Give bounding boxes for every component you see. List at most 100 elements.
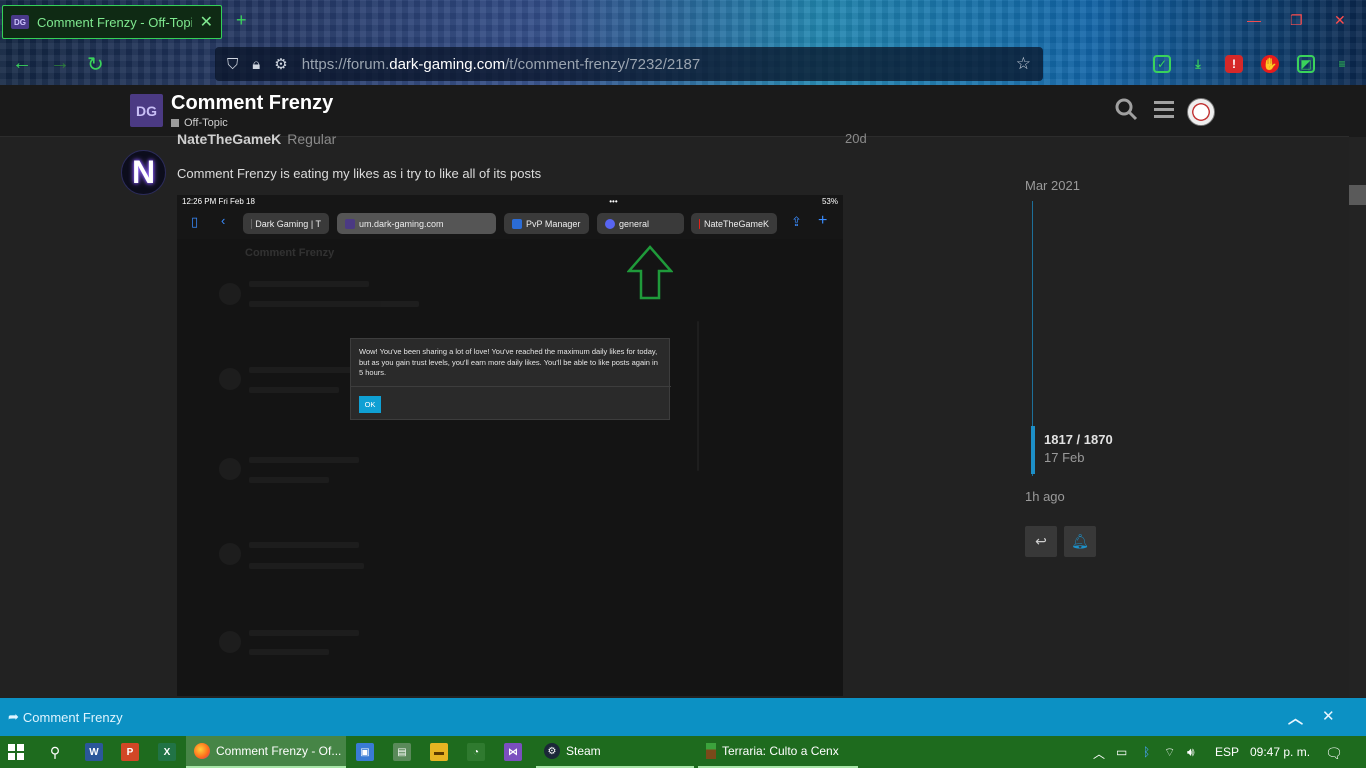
page-scrollbar[interactable] (1349, 137, 1366, 697)
wifi-icon[interactable]: ⌔ (1164, 745, 1175, 760)
ipad-time: 12:26 PM Fri Feb 18 (182, 197, 255, 206)
app-icon-2[interactable]: ▤ (393, 743, 411, 761)
taskbar-steam-window[interactable]: ⚙ Steam (536, 736, 694, 768)
word-icon[interactable]: W (85, 743, 103, 761)
forward-arrow-icon[interactable]: → (50, 52, 70, 75)
volume-icon[interactable]: 🔊︎ (1187, 745, 1195, 760)
new-tab-icon[interactable]: + (236, 10, 247, 31)
extension-flag-icon[interactable]: ! (1225, 55, 1243, 73)
language-indicator[interactable]: ESP (1215, 745, 1239, 759)
post-image[interactable]: 12:26 PM Fri Feb 18 ••• 53% ▯ ‹ Dark Gam… (177, 195, 843, 696)
ghost-line (249, 457, 359, 463)
download-icon[interactable]: ⤓ (1189, 55, 1207, 73)
topic-category[interactable]: Off-Topic (171, 117, 228, 129)
tab-favicon-icon: DG (11, 15, 29, 29)
ipad-back-icon: ‹ (221, 213, 226, 228)
post-username[interactable]: NateTheGameK (177, 131, 281, 147)
app-icon-3[interactable]: ◔ (467, 743, 485, 761)
container-icon[interactable]: ◩ (1297, 55, 1315, 73)
ipad-tab-4: general (597, 213, 684, 234)
reply-composer-bar[interactable]: ➦ Comment Frenzy ︿ ✕ (0, 698, 1366, 736)
ipad-tab-3: PvP Manager (504, 213, 589, 234)
timeline-start-date[interactable]: Mar 2021 (1025, 178, 1080, 193)
windows-taskbar: ⚲ W P X Comment Frenzy - Of... ▣ ▤ ▬ ◔ ⋈… (0, 736, 1366, 768)
taskbar-clock[interactable]: 09:47 p. m. (1250, 745, 1310, 759)
close-window-icon[interactable]: ✕ (1334, 12, 1346, 29)
app-icon-1[interactable]: ▣ (356, 743, 374, 761)
forum-header: DG Comment Frenzy Off-Topic (0, 85, 1366, 137)
browser-tab-active[interactable]: DG Comment Frenzy - Off-Topic ✕ (2, 5, 222, 39)
ipad-sidebar-icon: ▯ (191, 214, 199, 229)
composer-close-icon[interactable]: ✕ (1322, 707, 1335, 725)
current-user-avatar[interactable] (1187, 98, 1215, 126)
taskbar-firefox-window[interactable]: Comment Frenzy - Of... (186, 736, 346, 768)
bluetooth-icon[interactable]: ᛒ (1143, 745, 1150, 759)
page-scrollbar-thumb[interactable] (1349, 185, 1366, 205)
tray-chevron-icon[interactable]: ︿ (1093, 745, 1105, 762)
category-color-icon (171, 119, 179, 127)
search-icon[interactable] (1114, 97, 1138, 128)
taskbar-firefox-label: Comment Frenzy - Of... (216, 744, 342, 758)
category-label: Off-Topic (184, 117, 228, 129)
url-text[interactable]: https://forum.dark-gaming.com/t/comment-… (302, 56, 1002, 73)
topic-title[interactable]: Comment Frenzy (171, 92, 333, 115)
bell-icon: 🔔︎ (1071, 533, 1089, 549)
composer-title: ➦ Comment Frenzy (8, 709, 123, 725)
ghost-avatar (219, 631, 241, 653)
ghost-line (249, 649, 329, 655)
terraria-icon (706, 743, 716, 759)
steam-icon: ⚙ (544, 743, 560, 759)
post-age[interactable]: 20d (845, 131, 867, 146)
site-logo[interactable]: DG (130, 94, 163, 127)
reply-arrow-icon: ↩ (1035, 533, 1047, 549)
timeline-position: 1817 / 1870 (1044, 432, 1113, 447)
composer-topic: Comment Frenzy (22, 709, 123, 725)
menu-hamburger-icon[interactable]: ≡ (1333, 55, 1351, 73)
excel-icon[interactable]: X (158, 743, 176, 761)
reload-icon[interactable]: ↻ (87, 52, 104, 77)
pocket-icon[interactable]: ✓ (1153, 55, 1171, 73)
shield-icon[interactable]: ⛉ (227, 56, 238, 73)
ghost-line (249, 301, 419, 307)
timeline-end-date[interactable]: 1h ago (1025, 489, 1065, 504)
notification-button[interactable]: 🔔︎ (1064, 526, 1096, 557)
ghost-line (249, 542, 359, 548)
composer-expand-icon[interactable]: ︿ (1288, 707, 1303, 728)
reply-button[interactable]: ↩ (1025, 526, 1057, 557)
search-taskbar-icon[interactable]: ⚲ (46, 743, 64, 761)
ipad-share-icon: ⇪ (791, 214, 802, 229)
ghost-avatar (219, 458, 241, 480)
ghost-line (249, 281, 369, 287)
file-explorer-icon[interactable]: ▬ (430, 743, 448, 761)
notifications-icon[interactable]: 🗨︎ (1325, 745, 1343, 762)
powerpoint-icon[interactable]: P (121, 743, 139, 761)
ghost-avatar (219, 368, 241, 390)
windows-start-icon[interactable] (8, 744, 24, 760)
address-bar[interactable]: ⛉ 🔒︎ ⚙ https://forum.dark-gaming.com/t/c… (215, 47, 1043, 81)
reply-share-icon: ➦ (8, 709, 19, 724)
ipad-tab-2: um.dark-gaming.com (337, 213, 496, 234)
tray-device-icon[interactable]: ▭ (1116, 745, 1127, 759)
minimize-icon[interactable]: — (1247, 12, 1261, 28)
lock-icon[interactable]: 🔒︎ (252, 56, 260, 73)
ipad-plus-icon: + (818, 212, 828, 229)
adblock-icon[interactable]: ✋ (1261, 55, 1279, 73)
permissions-icon[interactable]: ⚙ (274, 55, 287, 73)
maximize-icon[interactable]: ❐ (1290, 12, 1303, 29)
ghost-line (249, 387, 339, 393)
ipad-background-page: Comment Frenzy (217, 243, 817, 696)
back-arrow-icon[interactable]: ← (12, 52, 32, 75)
taskbar-terraria-window[interactable]: Terraria: Culto a Cenx (698, 736, 858, 768)
hamburger-menu-icon[interactable] (1152, 97, 1176, 128)
timeline-handle[interactable] (1031, 426, 1035, 474)
post-avatar[interactable]: N (121, 150, 166, 195)
post-author[interactable]: NateTheGameK Regular (177, 131, 336, 147)
bookmark-star-icon[interactable]: ☆ (1016, 54, 1031, 74)
ghost-line (249, 367, 359, 373)
ghost-timeline (697, 321, 699, 471)
modal-divider (351, 386, 671, 387)
tab-close-icon[interactable]: ✕ (200, 12, 213, 32)
visual-studio-icon[interactable]: ⋈ (504, 743, 522, 761)
ghost-avatar (219, 543, 241, 565)
ipad-status-bar: 12:26 PM Fri Feb 18 ••• 53% (177, 195, 843, 209)
